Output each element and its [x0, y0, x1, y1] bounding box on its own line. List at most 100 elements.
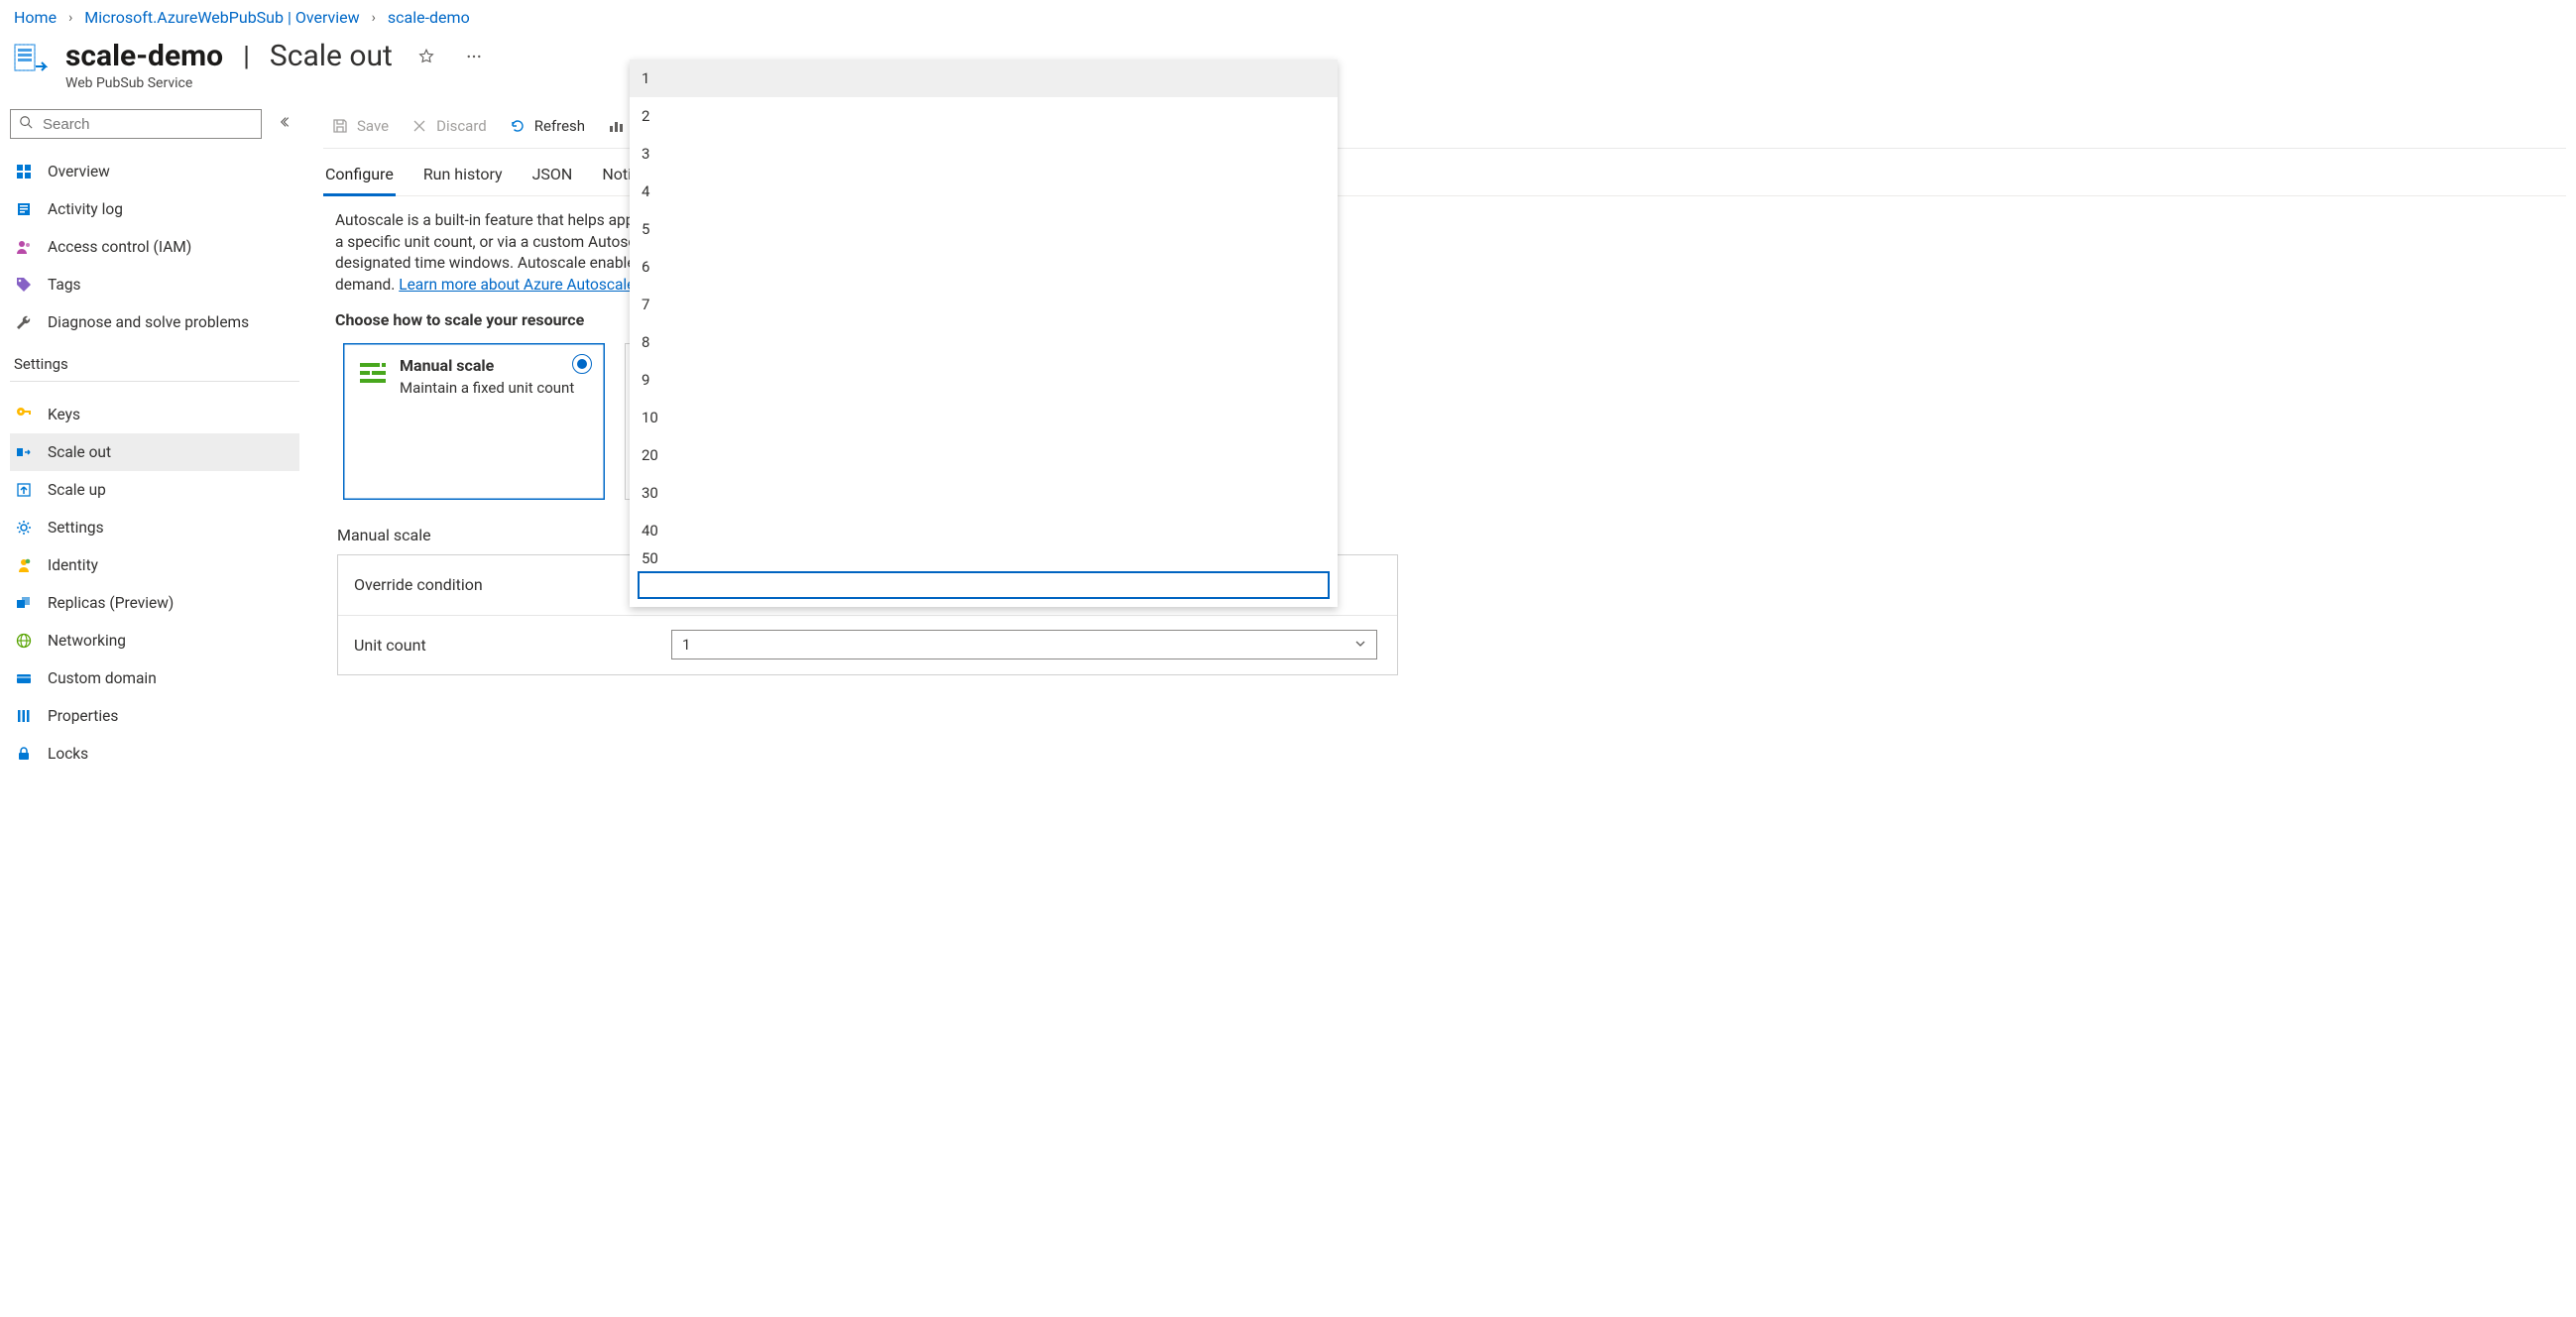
sidebar-item-identity[interactable]: Identity	[10, 546, 299, 584]
unit-count-select[interactable]: 1	[671, 630, 1377, 659]
save-button[interactable]: Save	[331, 117, 389, 135]
dropdown-option[interactable]: 5	[630, 210, 1338, 248]
sidebar-item-domain[interactable]: Custom domain	[10, 659, 299, 697]
breadcrumb: Home › Microsoft.AzureWebPubSub | Overvi…	[0, 0, 2576, 33]
manual-scale-title: Manual scale	[400, 356, 574, 375]
sidebar-item-label: Access control (IAM)	[48, 238, 191, 256]
unit-count-value: 1	[682, 636, 690, 654]
save-label: Save	[357, 117, 389, 135]
key-icon	[14, 405, 34, 424]
tab-run-history[interactable]: Run history	[421, 159, 505, 195]
grid-icon	[14, 162, 34, 181]
search-icon	[19, 115, 33, 133]
dropdown-option[interactable]: 1	[630, 60, 1338, 97]
manual-scale-radio[interactable]	[572, 354, 592, 374]
bars-icon	[14, 706, 34, 726]
dropdown-option[interactable]: 20	[630, 436, 1338, 474]
lock-icon	[14, 744, 34, 764]
unit-count-label: Unit count	[354, 636, 651, 655]
people-icon	[14, 237, 34, 257]
sidebar-item-locks[interactable]: Locks	[10, 735, 299, 773]
breadcrumb-resource[interactable]: scale-demo	[388, 8, 470, 27]
manual-scale-icon	[358, 358, 388, 388]
tag-icon	[14, 275, 34, 295]
dropdown-option[interactable]: 3	[630, 135, 1338, 173]
dropdown-option[interactable]: 40	[630, 512, 1338, 549]
sidebar-item-overview[interactable]: Overview	[10, 153, 299, 190]
title-separator: |	[243, 40, 250, 72]
dropdown-option[interactable]: 8	[630, 323, 1338, 361]
save-icon	[331, 117, 349, 135]
sidebar: Overview Activity log Access control (IAM)…	[0, 107, 299, 784]
unit-count-dropdown[interactable]: 1234567891020304050	[630, 60, 1338, 607]
dropdown-option[interactable]: 30	[630, 474, 1338, 512]
sidebar-item-label: Settings	[48, 519, 104, 537]
sidebar-item-settings[interactable]: Settings	[10, 509, 299, 546]
sidebar-item-label: Networking	[48, 632, 126, 650]
breadcrumb-sep-icon: ›	[68, 10, 72, 26]
sidebar-item-props[interactable]: Properties	[10, 697, 299, 735]
globe-icon	[14, 631, 34, 651]
favorite-star-icon[interactable]	[412, 43, 440, 70]
id-icon	[14, 555, 34, 575]
discard-label: Discard	[436, 117, 487, 135]
sidebar-item-scaleup[interactable]: Scale up	[10, 471, 299, 509]
manual-scale-card[interactable]: Manual scale Maintain a fixed unit count	[343, 343, 605, 500]
sidebar-item-activity[interactable]: Activity log	[10, 190, 299, 228]
refresh-button[interactable]: Refresh	[509, 117, 585, 135]
more-actions-icon[interactable]	[460, 43, 488, 70]
sidebar-search-input[interactable]	[41, 115, 253, 134]
breadcrumb-overview[interactable]: Microsoft.AzureWebPubSub | Overview	[84, 8, 359, 27]
breadcrumb-sep-icon: ›	[372, 10, 376, 26]
dropdown-option[interactable]: 4	[630, 173, 1338, 210]
sidebar-group-settings: Settings	[10, 341, 299, 379]
web-pubsub-icon	[14, 43, 48, 76]
page-title-name: scale-demo	[65, 39, 223, 73]
sidebar-item-diag[interactable]: Diagnose and solve problems	[10, 303, 299, 341]
refresh-icon	[509, 117, 527, 135]
sidebar-item-keys[interactable]: Keys	[10, 396, 299, 433]
collapse-sidebar-icon[interactable]	[274, 111, 299, 137]
tab-json[interactable]: JSON	[530, 159, 575, 195]
sidebar-item-label: Scale up	[48, 481, 106, 499]
sidebar-item-label: Custom domain	[48, 669, 157, 687]
discard-icon	[410, 117, 428, 135]
sidebar-item-label: Tags	[48, 276, 81, 294]
learn-more-link[interactable]: Learn more about Azure Autoscale	[399, 276, 635, 294]
tab-configure[interactable]: Configure	[323, 159, 396, 196]
dropdown-option[interactable]: 10	[630, 399, 1338, 436]
manual-scale-sub: Maintain a fixed unit count	[400, 379, 574, 397]
log-icon	[14, 199, 34, 219]
breadcrumb-home[interactable]: Home	[14, 8, 57, 27]
dropdown-option[interactable]: 50	[630, 549, 1338, 565]
page-title-page: Scale out	[270, 39, 393, 73]
logs-icon	[607, 117, 625, 135]
sidebar-item-network[interactable]: Networking	[10, 622, 299, 659]
sidebar-item-scaleout[interactable]: Scale out	[10, 433, 299, 471]
sidebar-item-label: Keys	[48, 406, 80, 423]
dropdown-option[interactable]: 7	[630, 286, 1338, 323]
card-icon	[14, 668, 34, 688]
dropdown-option[interactable]: 2	[630, 97, 1338, 135]
sidebar-item-replicas[interactable]: Replicas (Preview)	[10, 584, 299, 622]
dropdown-option[interactable]: 9	[630, 361, 1338, 399]
override-condition-label: Override condition	[354, 575, 651, 594]
sidebar-item-tags[interactable]: Tags	[10, 266, 299, 303]
main-content: Save Discard Refresh Lo C	[299, 107, 2576, 675]
sidebar-item-label: Activity log	[48, 200, 123, 218]
arrowup-icon	[14, 480, 34, 500]
sidebar-item-label: Properties	[48, 707, 118, 725]
sidebar-search[interactable]	[10, 109, 262, 139]
sidebar-item-label: Overview	[48, 163, 110, 180]
sidebar-item-label: Scale out	[48, 443, 111, 461]
replicas-icon	[14, 593, 34, 613]
page-subtitle: Web PubSub Service	[65, 75, 488, 91]
wrench-icon	[14, 312, 34, 332]
sidebar-item-label: Replicas (Preview)	[48, 594, 174, 612]
sidebar-item-iam[interactable]: Access control (IAM)	[10, 228, 299, 266]
scaleout-icon	[14, 442, 34, 462]
dropdown-search-input[interactable]	[638, 571, 1330, 599]
dropdown-option[interactable]: 6	[630, 248, 1338, 286]
refresh-label: Refresh	[534, 117, 585, 135]
discard-button[interactable]: Discard	[410, 117, 487, 135]
